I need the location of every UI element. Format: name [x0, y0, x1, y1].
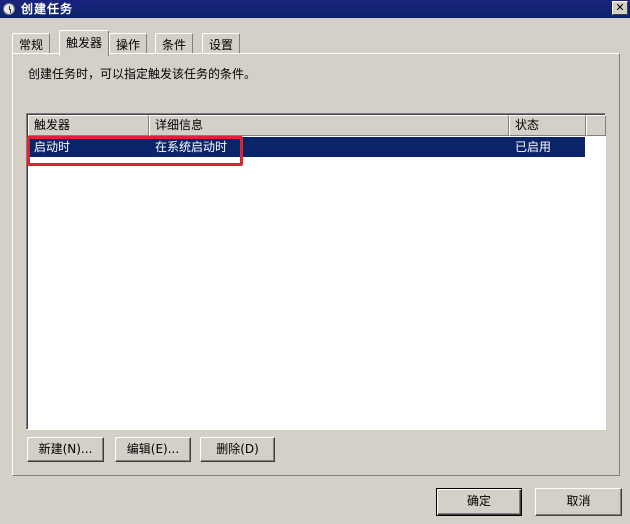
- cell-status: 已启用: [515, 140, 552, 154]
- new-button[interactable]: 新建(N)...: [27, 437, 104, 462]
- column-header-trigger[interactable]: 触发器: [28, 115, 149, 136]
- column-header-status[interactable]: 状态: [509, 115, 586, 136]
- delete-button[interactable]: 删除(D): [200, 437, 275, 462]
- title-bar: 创建任务 ✕: [0, 0, 630, 18]
- cancel-button[interactable]: 取消: [535, 488, 622, 516]
- window-title: 创建任务: [21, 2, 74, 16]
- column-header-details[interactable]: 详细信息: [149, 115, 509, 136]
- tab-actions[interactable]: 操作: [109, 33, 148, 55]
- tab-general[interactable]: 常规: [12, 33, 51, 55]
- ok-button[interactable]: 确定: [436, 488, 522, 516]
- tab-conditions[interactable]: 条件: [155, 33, 194, 55]
- close-button[interactable]: ✕: [612, 1, 628, 15]
- edit-button[interactable]: 编辑(E)...: [115, 437, 191, 462]
- annotation-highlight-box: [27, 136, 243, 166]
- clock-icon: [3, 3, 15, 15]
- tab-strip: 常规 触发器 操作 条件 设置: [12, 30, 612, 56]
- list-header: 触发器 详细信息 状态: [28, 115, 606, 136]
- tab-triggers[interactable]: 触发器: [59, 30, 110, 56]
- tab-settings[interactable]: 设置: [202, 33, 241, 55]
- column-header-filler: [586, 115, 606, 136]
- description-text: 创建任务时，可以指定触发该任务的条件。: [28, 67, 257, 81]
